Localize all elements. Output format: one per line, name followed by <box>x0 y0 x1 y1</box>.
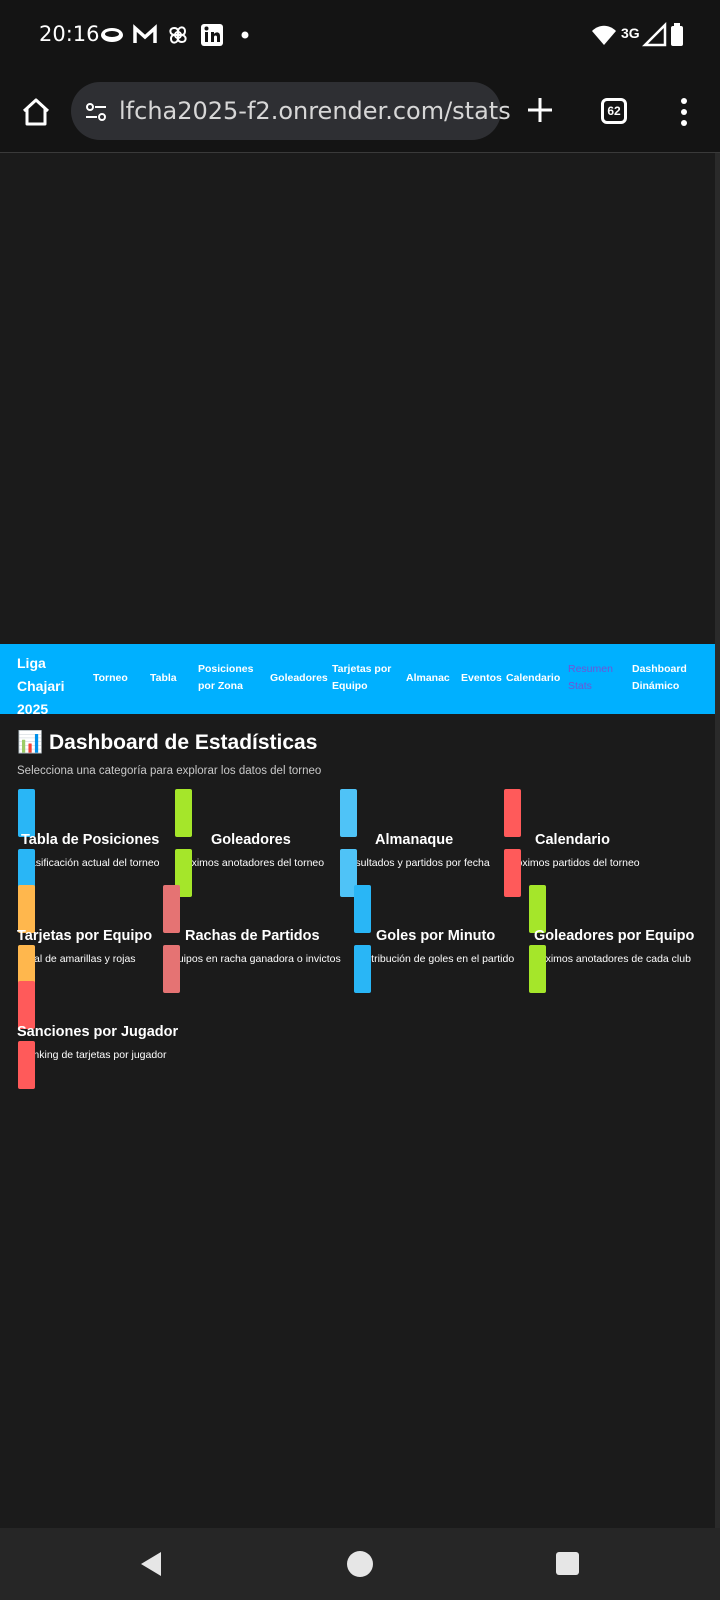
nav-link-tarjetas-equipo[interactable]: Tarjetas por Equipo <box>332 661 398 695</box>
site-brand[interactable]: Liga Chajari 2025 <box>17 652 83 721</box>
card-accent-top <box>504 789 521 837</box>
card-description: Próximos partidos del torneo <box>506 857 640 869</box>
card-accent-bottom <box>529 945 546 993</box>
url-text[interactable]: lfcha2025-f2.onrender.com/stats <box>119 97 511 125</box>
card-description: Máximos anotadores del torneo <box>177 857 325 869</box>
network-type: 3G <box>621 25 640 41</box>
card-accent-top <box>175 789 192 837</box>
card-title[interactable]: Rachas de Partidos <box>185 928 320 944</box>
card-title[interactable]: Calendario <box>535 832 610 848</box>
pinwheel-icon <box>169 26 187 44</box>
more-options-icon[interactable] <box>676 96 692 128</box>
card-title[interactable]: Tarjetas por Equipo <box>17 928 152 944</box>
card-description: Resultados y partidos por fecha <box>342 857 490 869</box>
nav-link-dashboard-dinamico[interactable]: Dashboard Dinámico <box>632 661 698 695</box>
card-accent-bottom <box>354 945 371 993</box>
nav-link-goleadores[interactable]: Goleadores <box>270 670 328 687</box>
gmail-icon <box>133 24 157 43</box>
new-tab-icon[interactable] <box>524 94 556 126</box>
card-accent-top <box>340 789 357 837</box>
card-accent-top <box>18 789 35 837</box>
card-description: Total de amarillas y rojas <box>20 953 136 965</box>
nav-link-torneo[interactable]: Torneo <box>93 670 128 687</box>
status-time: 20:16 <box>39 22 100 46</box>
nav-link-resumen-stats[interactable]: Resumen Stats <box>568 661 618 695</box>
card-title[interactable]: Almanaque <box>375 832 453 848</box>
battery-icon <box>671 23 683 46</box>
home-icon[interactable] <box>20 96 52 128</box>
system-nav-bar <box>0 1528 720 1600</box>
card-accent-top <box>18 885 35 933</box>
card-accent-bottom <box>18 1041 35 1089</box>
card-accent-bottom <box>163 945 180 993</box>
card-accent-top <box>354 885 371 933</box>
card-title[interactable]: Goles por Minuto <box>376 928 495 944</box>
linkedin-icon <box>201 24 223 46</box>
card-title[interactable]: Goleadores por Equipo <box>534 928 694 944</box>
status-bar: 20:16 3G <box>0 0 720 70</box>
dot-icon <box>241 31 249 39</box>
card-description: Clasificación actual del torneo <box>20 857 160 869</box>
eye-icon <box>101 28 123 42</box>
card-accent-bottom <box>504 849 521 897</box>
recents-icon[interactable] <box>556 1552 579 1575</box>
card-title[interactable]: Sanciones por Jugador <box>17 1024 178 1040</box>
home-circle-icon[interactable] <box>347 1551 373 1577</box>
dashboard-subtitle: Selecciona una categoría para explorar l… <box>17 765 322 777</box>
card-title[interactable]: Goleadores <box>211 832 291 848</box>
site-settings-icon[interactable] <box>83 99 109 125</box>
tab-switcher-button[interactable]: 62 <box>601 98 627 124</box>
nav-link-tabla[interactable]: Tabla <box>150 670 177 687</box>
page-scrollbar[interactable] <box>715 153 720 1528</box>
dashboard-title: 📊 Dashboard de Estadísticas <box>17 731 318 754</box>
nav-link-eventos[interactable]: Eventos <box>461 670 502 687</box>
card-accent-top <box>163 885 180 933</box>
nav-link-almanac[interactable]: Almanac <box>406 670 450 687</box>
card-description: Ranking de tarjetas por jugador <box>20 1049 167 1061</box>
card-accent-top <box>18 981 35 1029</box>
nav-link-posiciones-zona[interactable]: Posiciones por Zona <box>198 661 260 695</box>
browser-toolbar: lfcha2025-f2.onrender.com/stats 62 <box>0 70 720 153</box>
nav-link-calendario[interactable]: Calendario <box>506 670 560 687</box>
card-description: Distribución de goles en el partido <box>356 953 515 965</box>
card-description: Equipos en racha ganadora o invictos <box>165 953 341 965</box>
back-icon[interactable] <box>137 1550 165 1578</box>
address-bar[interactable]: lfcha2025-f2.onrender.com/stats <box>71 82 511 140</box>
card-description: Máximos anotadores de cada club <box>531 953 691 965</box>
site-navbar: Liga Chajari 2025 Torneo Tabla Posicione… <box>0 644 720 717</box>
card-title[interactable]: Tabla de Posiciones <box>21 832 159 848</box>
wifi-icon <box>592 25 616 45</box>
card-accent-top <box>529 885 546 933</box>
